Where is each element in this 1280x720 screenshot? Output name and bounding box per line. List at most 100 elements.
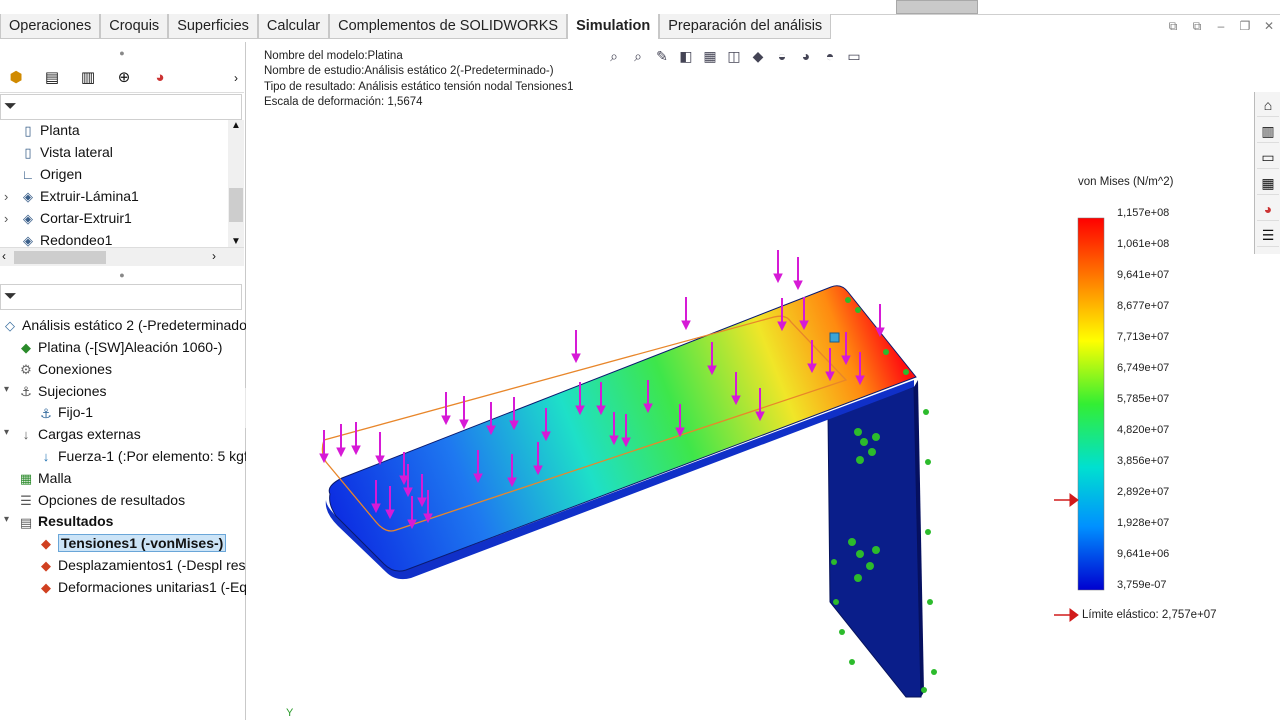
study-tree-item[interactable]: ◆ Platina (-[SW]Aleación 1060-) <box>18 337 222 357</box>
study-item-icon: ☰ <box>20 492 32 508</box>
yield-strength-label: Límite elástico: 2,757e+07 <box>1082 609 1217 621</box>
load-arrow-head <box>773 273 783 284</box>
feature-tree-item[interactable]: ▯ Vista lateral <box>20 142 113 162</box>
command-manager: Operaciones Croquis Superficies Calcular Com… <box>0 0 1280 42</box>
study-item-icon: ⚓ <box>20 383 32 399</box>
study-tree-item[interactable]: ☰ Opciones de resultados <box>18 490 185 510</box>
collapse-arrow-icon[interactable]: ▾ <box>4 514 9 525</box>
expand-arrow-icon[interactable]: › <box>4 189 8 204</box>
dimxpert-icon[interactable]: ⊕ <box>112 67 136 89</box>
feature-tree-item[interactable]: ∟ Origen <box>20 164 82 184</box>
study-item-icon: ◆ <box>41 580 51 596</box>
panel-splitter[interactable]: ● <box>0 270 244 280</box>
tab-operaciones[interactable]: Operaciones <box>0 14 101 39</box>
manager-tabs: ⬢ ▤ ▥ ⊕ ◕ › <box>0 64 244 93</box>
study-item-label: Cargas externas <box>38 426 141 443</box>
study-tree-item[interactable]: ↓ Fuerza-1 (:Por elemento: 5 kgf: <box>38 446 252 466</box>
collapse-arrow-icon[interactable]: ▾ <box>4 384 9 395</box>
minimize-icon[interactable]: – <box>1214 19 1228 33</box>
study-tree-item[interactable]: ◆ Tensiones1 (-vonMises-) <box>38 533 227 553</box>
close-icon[interactable]: ✕ <box>1262 19 1276 33</box>
collapse-arrow-icon[interactable]: ▾ <box>4 427 9 438</box>
legend-value-label: 2,892e+07 <box>1117 486 1170 498</box>
scroll-down-icon[interactable]: ▼ <box>231 236 241 247</box>
toolbar-scroll-thumb[interactable] <box>896 0 978 14</box>
tab-superficies[interactable]: Superficies <box>168 14 258 39</box>
legend-value-label: 7,713e+07 <box>1117 331 1170 343</box>
panel-grip[interactable]: ● <box>0 48 244 58</box>
property-manager-icon[interactable]: ▤ <box>40 67 64 89</box>
feature-manager-icon[interactable]: ⬢ <box>4 67 28 89</box>
design-library-icon[interactable]: ▥ <box>1257 120 1279 143</box>
maximize-icon[interactable]: ❐ <box>1238 19 1252 33</box>
configuration-manager-icon[interactable]: ▥ <box>76 67 100 89</box>
legend-value-label: 3,759e-07 <box>1117 579 1167 591</box>
appearances-icon[interactable]: ◕ <box>1257 198 1279 221</box>
hscroll-thumb[interactable] <box>14 251 106 264</box>
probe-marker[interactable] <box>829 332 840 343</box>
legend-value-label: 4,820e+07 <box>1117 424 1170 436</box>
feature-filter-field[interactable]: ⏷ <box>0 94 242 120</box>
legend-value-label: 1,928e+07 <box>1117 517 1170 529</box>
scroll-left-icon[interactable]: ‹ <box>2 249 6 263</box>
restore-right-icon[interactable]: ⧉ <box>1190 19 1204 33</box>
study-item-icon: ⚙ <box>20 362 32 378</box>
feature-tree-hscroll[interactable]: ‹ › <box>0 247 244 266</box>
expand-arrow-icon[interactable]: › <box>4 211 8 226</box>
study-item-icon: ◆ <box>21 340 31 356</box>
study-tree-item[interactable]: ▦ Malla <box>18 468 72 488</box>
study-tree-item[interactable]: ▤ Resultados <box>18 511 114 531</box>
view-palette-icon[interactable]: ▦ <box>1257 172 1279 195</box>
scroll-up-icon[interactable]: ▲ <box>231 120 241 131</box>
study-item-label: Platina (-[SW]Aleación 1060-) <box>38 339 223 355</box>
feature-tree-item[interactable]: ◈ Cortar-Extruir1 <box>20 208 132 228</box>
tab-calcular[interactable]: Calcular <box>257 14 330 39</box>
legend-color-bar <box>1077 217 1105 591</box>
legend-value-label: 1,157e+08 <box>1117 207 1170 219</box>
feature-tree-vscroll[interactable]: ▲ ▼ <box>228 120 244 250</box>
scroll-right-icon[interactable]: › <box>212 249 216 263</box>
tab-preparaci-n-del-an-lisis[interactable]: Preparación del análisis <box>659 14 832 39</box>
tab-croquis[interactable]: Croquis <box>100 14 169 39</box>
load-arrow-head <box>351 445 361 456</box>
file-explorer-icon[interactable]: ▭ <box>1257 146 1279 169</box>
study-tree-item[interactable]: ⚓ Sujeciones <box>18 381 106 401</box>
study-item-label: Deformaciones unitarias1 (-Eq <box>58 578 248 595</box>
custom-properties-icon[interactable]: ☰ <box>1257 224 1279 247</box>
tab-complementos-de-solidworks[interactable]: Complementos de SOLIDWORKS <box>329 14 568 39</box>
study-icon: ◇ <box>5 318 15 334</box>
display-manager-icon[interactable]: ◕ <box>148 67 172 89</box>
feature-icon: ▯ <box>24 123 32 139</box>
feature-tree-item[interactable]: ◈ Extruir-Lámina1 <box>20 186 139 206</box>
study-tree-item[interactable]: ⚙ Conexiones <box>18 359 112 379</box>
study-tree-item[interactable]: ◆ Desplazamientos1 (-Despl res <box>38 555 246 575</box>
vscroll-thumb[interactable] <box>229 188 243 222</box>
graphics-area[interactable]: Nombre del modelo:Platina Nombre de estu… <box>246 42 1280 720</box>
feature-icon: ▯ <box>24 145 32 161</box>
triad-y-label: Y <box>286 707 294 719</box>
load-arrow-head <box>441 415 451 426</box>
study-item-icon: ↓ <box>42 449 50 465</box>
feature-tree-item[interactable]: ▯ Planta <box>20 120 79 140</box>
feature-label: Extruir-Lámina1 <box>40 188 139 204</box>
study-tree-item[interactable]: ↓ Cargas externas <box>18 424 141 444</box>
study-item-label: Desplazamientos1 (-Despl res <box>58 557 246 573</box>
task-pane: ⌂ ▥ ▭ ▦ ◕ ☰ <box>1254 92 1280 254</box>
legend-value-label: 3,856e+07 <box>1117 455 1170 467</box>
yield-marker-arrow <box>1054 493 1079 622</box>
study-tree-item[interactable]: ◆ Deformaciones unitarias1 (-Eq <box>38 577 247 597</box>
load-arrow-head <box>336 447 346 458</box>
load-arrow-head <box>793 280 803 291</box>
home-icon[interactable]: ⌂ <box>1257 94 1279 117</box>
restore-left-icon[interactable]: ⧉ <box>1166 19 1180 33</box>
study-item-icon: ◆ <box>41 536 51 552</box>
chevron-right-icon[interactable]: › <box>224 67 248 89</box>
left-panel: ● ⬢ ▤ ▥ ⊕ ◕ › ⏷ ▯ Planta ▯ Vista lateral ∟ Or… <box>0 42 255 720</box>
study-tree-item[interactable]: ⚓ Fijo-1 <box>38 402 93 422</box>
legend-value-label: 1,061e+08 <box>1117 238 1170 250</box>
study-filter-field[interactable]: ⏷ <box>0 284 242 310</box>
legend-value-label: 6,749e+07 <box>1117 362 1170 374</box>
tab-simulation[interactable]: Simulation <box>567 14 660 39</box>
study-root-item[interactable]: ◇ Análisis estático 2 (-Predeterminado- <box>2 315 252 335</box>
feature-label: Vista lateral <box>40 144 113 160</box>
